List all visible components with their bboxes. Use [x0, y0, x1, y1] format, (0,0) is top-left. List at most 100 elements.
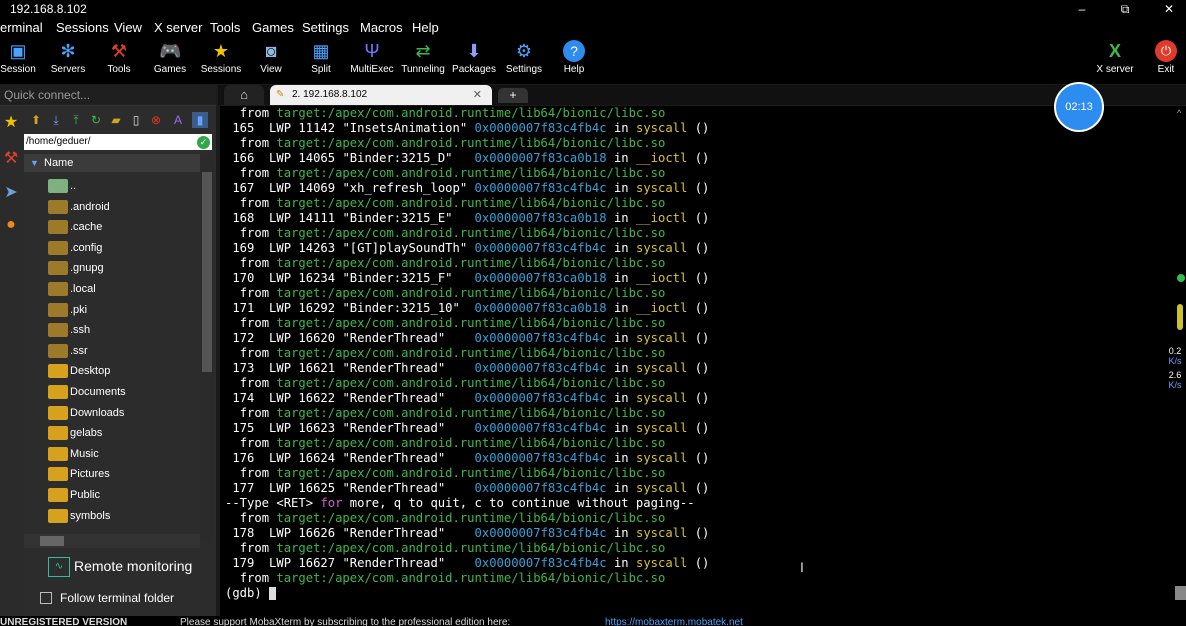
menu-games[interactable]: Games — [252, 18, 294, 38]
toolbar-tunneling-button[interactable]: ⇄ Tunneling — [397, 38, 449, 84]
toolbar-tools-button[interactable]: ⚒ Tools — [93, 38, 145, 84]
menu-view[interactable]: View — [114, 18, 142, 38]
gdb-prompt[interactable]: (gdb) — [225, 586, 277, 601]
list-item[interactable]: .. — [48, 176, 198, 196]
close-tab-icon[interactable]: ✕ — [473, 85, 482, 105]
terminal-line: from target:/apex/com.android.runtime/li… — [239, 316, 666, 330]
timer-badge: 02:13 — [1054, 82, 1104, 132]
menu-x-server[interactable]: X server — [154, 18, 202, 38]
file-list: .. .android .cache .config .gnupg .local .pki.… — [24, 172, 200, 536]
upload-icon[interactable]: ⤒ — [68, 112, 84, 128]
close-button[interactable]: ✕ — [1155, 0, 1183, 18]
menu-macros[interactable]: Macros — [360, 18, 403, 38]
name-column-header[interactable]: ▼ Name — [24, 154, 200, 172]
terminal-line: from target:/apex/com.android.runtime/li… — [239, 196, 666, 210]
folder-icon — [48, 426, 68, 441]
list-item[interactable]: .ssh — [48, 320, 198, 340]
list-item[interactable]: Downloads — [48, 403, 198, 423]
list-item[interactable]: .android — [48, 197, 198, 217]
check-icon[interactable]: ✓ — [197, 136, 210, 149]
plus-icon: + — [509, 88, 517, 102]
list-item[interactable]: Pictures — [48, 464, 198, 484]
sidebar-tools-icon[interactable]: ⚒ — [0, 148, 22, 170]
toolbar-servers-button[interactable]: ✻ Servers — [42, 38, 94, 84]
file-list-hscrollbar[interactable] — [24, 534, 200, 548]
menu-help[interactable]: Help — [412, 18, 439, 38]
net-upload: 0.2 K/s — [1164, 346, 1186, 366]
toolbar-split-button[interactable]: ▦ Split — [295, 38, 347, 84]
list-item[interactable]: .gnupg — [48, 258, 198, 278]
checkbox[interactable] — [40, 592, 52, 604]
path-field[interactable]: /home/geduer/ ✓ — [24, 134, 212, 150]
maximize-button[interactable]: ⧉ — [1111, 0, 1139, 18]
level-indicator — [1177, 304, 1183, 330]
folder-icon — [48, 199, 68, 214]
toolbar-help-button[interactable]: ? Help — [548, 38, 600, 84]
list-item[interactable]: Documents — [48, 382, 198, 402]
follow-terminal-folder-checkbox[interactable]: Follow terminal folder — [38, 588, 214, 608]
terminal-line: 168 LWP 14111 "Binder:3215_E" 0x0000007f… — [232, 211, 710, 225]
list-item[interactable]: Public — [48, 485, 198, 505]
toolbar-sessions-button[interactable]: ★ Sessions — [195, 38, 247, 84]
minimize-button[interactable]: – — [1068, 0, 1096, 18]
quick-connect-input[interactable]: Quick connect... — [0, 85, 216, 106]
list-item[interactable]: .pki — [48, 300, 198, 320]
folder-icon — [48, 446, 68, 461]
monitor-icon: ∿ — [48, 557, 70, 577]
menu-settings[interactable]: Settings — [302, 18, 349, 38]
toolbar-view-button[interactable]: ◙ View — [245, 38, 297, 84]
rename-icon[interactable]: A — [170, 112, 186, 128]
terminal-line: 171 LWP 16292 "Binder:3215_10" 0x0000007… — [232, 301, 710, 315]
remote-monitoring-button[interactable]: ∿ Remote monitoring — [46, 554, 214, 578]
menu-bar: erminal Sessions View X server Tools Gam… — [0, 18, 1186, 38]
file-list-scrollbar[interactable] — [200, 154, 214, 542]
hscrollbar-thumb[interactable] — [40, 536, 64, 546]
delete-icon[interactable]: ⊗ — [148, 112, 164, 128]
home-tab[interactable]: ⌂ — [224, 85, 264, 105]
list-item[interactable]: .cache — [48, 217, 198, 237]
exit-icon: ⏻ — [1155, 40, 1177, 62]
new-tab-button[interactable]: + — [498, 88, 528, 103]
sidebar-sftp-icon[interactable]: ➤ — [0, 182, 22, 204]
terminal-line: from target:/apex/com.android.runtime/li… — [239, 256, 666, 270]
toolbar-settings-button[interactable]: ⚙ Settings — [498, 38, 550, 84]
list-item[interactable]: gelabs — [48, 423, 198, 443]
scrollbar-thumb[interactable] — [202, 172, 212, 372]
list-item[interactable]: Desktop — [48, 361, 198, 381]
session-tab[interactable]: ✎ 2. 192.168.8.102 ✕ — [270, 85, 492, 105]
folder-icon — [48, 467, 68, 482]
new-folder-icon[interactable]: ▰ — [108, 112, 124, 128]
upload-speed-unit: K/s — [1168, 356, 1182, 366]
menu-terminal[interactable]: erminal — [0, 18, 43, 38]
status-bar: UNREGISTERED VERSION Please support Moba… — [0, 616, 1186, 626]
title-bar: 192.168.8.102 – ⧉ ✕ — [0, 0, 1186, 18]
toolbar-games-button[interactable]: 🎮 Games — [144, 38, 196, 84]
list-item[interactable]: .local — [48, 279, 198, 299]
list-item[interactable]: Music — [48, 444, 198, 464]
toolbar-session-button[interactable]: ▣ Session — [0, 38, 44, 84]
support-link[interactable]: https://mobaxterm.mobatek.net — [605, 618, 743, 626]
toolbar-exit-button[interactable]: ⏻ Exit — [1140, 38, 1186, 84]
toolbar-xserver-button[interactable]: X X server — [1089, 38, 1141, 84]
list-item[interactable]: symbols — [48, 506, 198, 526]
left-sidebar: ★ ⚒ ➤ ● — [0, 106, 24, 616]
folder-icon — [48, 364, 68, 379]
multiexec-icon: Ψ — [364, 41, 380, 61]
terminal-line: 173 LWP 16621 "RenderThread" 0x0000007f8… — [232, 361, 710, 375]
download-icon[interactable]: ⤓ — [48, 112, 64, 128]
parent-folder-icon[interactable]: ⬆ — [28, 112, 44, 128]
toolbar-multiexec-button[interactable]: Ψ MultiExec — [346, 38, 398, 84]
terminal-output[interactable]: from target:/apex/com.android.runtime/li… — [220, 106, 1175, 616]
new-file-icon[interactable]: ▯ — [128, 112, 144, 128]
menu-tools[interactable]: Tools — [210, 18, 240, 38]
scroll-up-icon[interactable]: ^ — [1177, 108, 1181, 118]
toolbar-packages-button[interactable]: ⬇ Packages — [448, 38, 500, 84]
sidebar-macros-icon[interactable]: ● — [0, 214, 22, 236]
list-item[interactable]: .ssr — [48, 341, 198, 361]
menu-sessions[interactable]: Sessions — [56, 18, 109, 38]
sidebar-sessions-star-icon[interactable]: ★ — [0, 112, 22, 134]
list-item[interactable]: .config — [48, 238, 198, 258]
scroll-thumb[interactable] — [1175, 586, 1186, 600]
bookmark-icon[interactable]: ▮ — [192, 112, 208, 128]
refresh-icon[interactable]: ↻ — [88, 112, 104, 128]
